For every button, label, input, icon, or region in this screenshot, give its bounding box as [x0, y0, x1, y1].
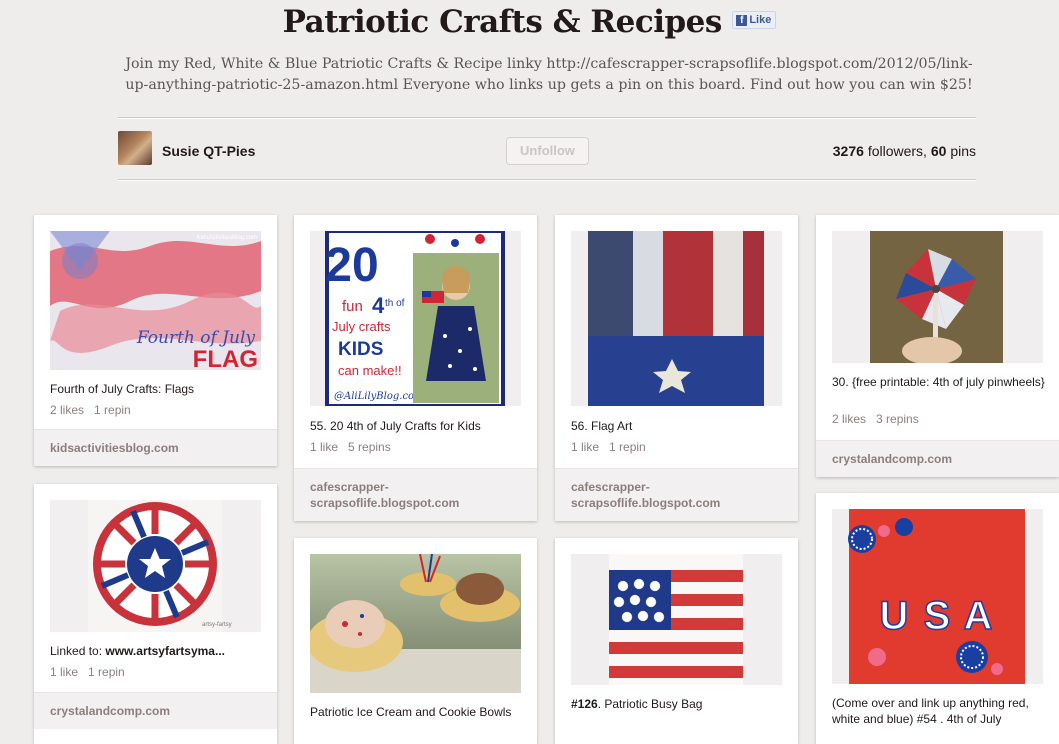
pin-image-caption: th of	[385, 298, 405, 309]
pin-description: (Come over and link up anything red, whi…	[832, 696, 1029, 726]
pin-image-caption: KIDS	[338, 339, 383, 360]
pin-stats: 2 likes 3 repins	[832, 412, 919, 426]
pin-description: Fourth of July Crafts: Flags	[50, 382, 195, 396]
pin-card[interactable]: 20 fun 4 th of July crafts KIDS can make…	[294, 215, 537, 521]
pin-card[interactable]: 30. {free printable: 4th of july pinwhee…	[816, 215, 1059, 477]
pin-description-number: #126	[571, 697, 598, 711]
pin-card[interactable]: KidsActivitiesBlog.com Fourth of July FL…	[34, 215, 277, 466]
pin-image[interactable]: 20 fun 4 th of July crafts KIDS can make…	[310, 231, 521, 406]
owner-avatar[interactable]	[118, 131, 152, 165]
pin-description-link[interactable]: www.artsyfartsyma...	[105, 644, 225, 658]
pin-image-letter: U	[880, 594, 909, 638]
pin-repins[interactable]: 1 repin	[88, 665, 125, 679]
pin-likes[interactable]: 1 like	[571, 440, 599, 454]
pin-repins[interactable]: 3 repins	[876, 412, 919, 426]
pins-count: 60	[930, 143, 947, 159]
pin-description: #126. Patriotic Busy Bag	[571, 696, 788, 712]
pin-description: Patriotic Ice Cream and Cookie Bowls	[310, 705, 512, 719]
pin-image[interactable]: U S A	[832, 509, 1043, 684]
pin-source-link[interactable]: cafescrapper-scrapsoflife.blogspot.com	[294, 468, 537, 521]
pin-image[interactable]	[571, 554, 782, 685]
pin-card[interactable]: #126. Patriotic Busy Bag	[555, 538, 798, 744]
pin-likes[interactable]: 1 like	[50, 665, 78, 679]
divider	[118, 179, 976, 181]
pin-source-link[interactable]: crystalandcomp.com	[34, 692, 277, 729]
pin-repins[interactable]: 1 repin	[609, 440, 646, 454]
pin-card[interactable]: artsy-fartsy Linked to: www.artsyfartsym…	[34, 484, 277, 744]
board-stats: 3276 followers, 60 pins	[833, 143, 976, 159]
pin-image-watermark: KidsActivitiesBlog.com	[197, 235, 257, 241]
pin-likes[interactable]: 2 likes	[50, 403, 84, 417]
pin-image[interactable]: KidsActivitiesBlog.com Fourth of July FL…	[50, 231, 261, 370]
pin-image[interactable]	[310, 554, 521, 693]
followers-count: 3276	[832, 143, 864, 159]
facebook-icon: f	[736, 15, 748, 26]
pin-description: Linked to: www.artsyfartsyma...	[50, 643, 267, 659]
pin-description: 55. 20 4th of July Crafts for Kids	[310, 419, 481, 433]
pin-description-text: . Patriotic Busy Bag	[597, 697, 703, 711]
pin-stats: 2 likes 1 repin	[50, 403, 131, 417]
pin-card[interactable]: U S A (Come over and link up anything re…	[816, 493, 1059, 744]
pin-stats: 1 like 1 repin	[571, 440, 646, 454]
pin-likes[interactable]: 1 like	[310, 440, 338, 454]
pin-description-prefix: Linked to:	[50, 644, 106, 658]
pin-source-link[interactable]: kidsactivitiesblog.com	[34, 429, 277, 466]
board-title: Patriotic Crafts & Recipes	[282, 4, 723, 40]
pin-description: 56. Flag Art	[571, 419, 633, 433]
divider	[118, 117, 976, 119]
followers-label: followers,	[867, 143, 927, 159]
pin-image-caption: 4	[372, 293, 385, 318]
pin-image-caption: can make!!	[338, 363, 402, 378]
pin-source-link[interactable]: cafescrapper-scrapsoflife.blogspot.com	[555, 468, 798, 521]
owner-name-link[interactable]: Susie QT-Pies	[162, 143, 255, 159]
pin-image-caption: Fourth of July	[136, 328, 255, 348]
pin-image-caption: FLAG	[193, 346, 258, 370]
unfollow-button[interactable]: Unfollow	[506, 137, 589, 165]
pin-likes[interactable]: 2 likes	[832, 412, 866, 426]
board-description: Join my Red, White & Blue Patriotic Craf…	[125, 56, 973, 93]
pin-image-letter: S	[924, 594, 951, 638]
pin-image-watermark: artsy-fartsy	[202, 622, 232, 628]
board-title-row: Patriotic Crafts & Recipes f Like	[0, 4, 1059, 40]
facebook-like-label: Like	[749, 14, 772, 26]
pin-repins[interactable]: 1 repin	[94, 403, 131, 417]
pin-source-link[interactable]: crystalandcomp.com	[816, 440, 1059, 477]
pin-card[interactable]: Patriotic Ice Cream and Cookie Bowls	[294, 538, 537, 744]
pin-description: 30. {free printable: 4th of july pinwhee…	[832, 375, 1045, 389]
pin-image-caption: @AliLilyBlog.com	[334, 391, 424, 402]
pins-label: pins	[950, 143, 976, 159]
pin-image-caption: 20	[325, 239, 378, 292]
pin-image[interactable]	[571, 231, 782, 406]
pin-stats: 1 like 1 repin	[50, 665, 125, 679]
pin-image-letter: A	[964, 594, 993, 638]
facebook-like-button[interactable]: f Like	[732, 11, 777, 29]
pin-card[interactable]: 56. Flag Art 1 like 1 repin cafescrapper-…	[555, 215, 798, 521]
pin-image[interactable]: artsy-fartsy	[50, 500, 261, 632]
pin-image-caption: July crafts	[332, 319, 391, 334]
pin-repins[interactable]: 5 repins	[348, 440, 391, 454]
pin-image[interactable]	[832, 231, 1043, 363]
pin-image-caption: fun	[342, 298, 363, 315]
pin-stats: 1 like 5 repins	[310, 440, 391, 454]
